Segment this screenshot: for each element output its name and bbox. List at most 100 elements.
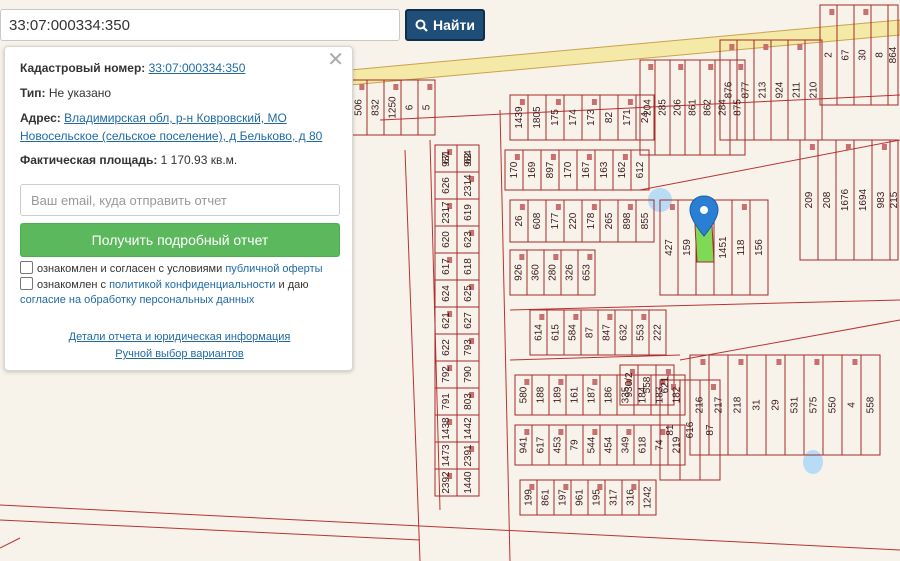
building: [678, 64, 684, 70]
search-icon: [415, 19, 428, 32]
building: [597, 484, 603, 490]
parcel-number: 2: [824, 52, 835, 58]
privacy-link[interactable]: политикой конфиденциальности: [109, 279, 275, 291]
building: [829, 9, 835, 15]
parcel-number: 653: [582, 264, 593, 281]
building: [852, 359, 858, 365]
parcel-number: 558: [642, 376, 653, 393]
parcel-number: 30: [858, 49, 869, 61]
search-button[interactable]: Найти: [405, 9, 485, 41]
building: [591, 204, 597, 210]
cadastral-link[interactable]: 33:07:000334:350: [149, 61, 246, 75]
parcel-number: 575: [809, 396, 820, 413]
parcel-number: 2317: [441, 201, 452, 224]
building: [741, 204, 747, 210]
parcel-number: 961: [575, 489, 586, 506]
parcel-number: 624: [441, 285, 452, 302]
building: [427, 84, 433, 90]
building: [607, 314, 613, 320]
consent-link[interactable]: согласие на обработку персональных данны…: [20, 294, 254, 306]
cadastral-label: Кадастровый номер:: [20, 61, 146, 75]
parcel-number: 612: [635, 161, 646, 178]
parcel-number: 4: [847, 402, 858, 408]
parcel-number: 67: [441, 153, 452, 165]
parcel-number: 1242: [643, 486, 654, 509]
parcel-number: 8: [875, 52, 886, 58]
address-link[interactable]: Владимирская обл, р-н Ковровский, МО: [64, 111, 287, 125]
parcel-number: 792: [441, 366, 452, 383]
details-link[interactable]: Детали отчета и юридическая информация: [69, 331, 291, 343]
parcel-info-panel: ✕ Кадастровый номер: 33:07:000334:350 Ти…: [4, 46, 353, 371]
building: [648, 64, 654, 70]
parcel-number: 531: [790, 396, 801, 413]
offer-checkbox[interactable]: [20, 261, 33, 274]
parcel-number: 178: [586, 212, 597, 229]
building: [573, 314, 579, 320]
parcel-number: 206: [673, 99, 684, 116]
parcel-number: 453: [553, 436, 564, 453]
building: [555, 99, 561, 105]
area-row: Фактическая площадь: 1 170.93 кв.м.: [20, 151, 237, 169]
close-icon[interactable]: ✕: [327, 50, 344, 70]
parcel-number: 897: [545, 161, 556, 178]
parcel-number: 861: [688, 99, 699, 116]
parcel-number: 926: [514, 264, 525, 281]
address-label: Адрес:: [20, 111, 61, 125]
parcel-number: 616: [685, 421, 696, 438]
offer-text: ознакомлен и согласен с условиями: [37, 263, 223, 275]
parcel-number: 580: [519, 386, 530, 403]
building: [814, 359, 820, 365]
type-value: Не указано: [48, 86, 112, 100]
offer-link[interactable]: публичной оферты: [225, 263, 322, 275]
parcel-number: 427: [664, 239, 675, 256]
building: [641, 314, 647, 320]
email-field[interactable]: [20, 184, 340, 216]
building: [519, 99, 525, 105]
building: [514, 154, 520, 160]
parcel-number: 1451: [718, 236, 729, 259]
parcel-number: 82: [604, 112, 615, 124]
building: [797, 44, 803, 50]
pond: [803, 450, 823, 474]
manual-choice-link[interactable]: Ручной выбор вариантов: [115, 348, 243, 360]
offer-checkbox-row: ознакомлен и согласен с условиями публич…: [20, 261, 323, 277]
building: [519, 204, 525, 210]
parcel-number: 222: [653, 324, 664, 341]
building: [393, 84, 399, 90]
parcel-number: 219: [672, 436, 683, 453]
privacy-checkbox-row: ознакомлен с политикой конфиденциальност…: [20, 277, 340, 308]
building: [529, 484, 535, 490]
building: [555, 204, 561, 210]
building: [359, 84, 365, 90]
privacy-checkbox[interactable]: [20, 277, 33, 290]
parcel-number: 626: [441, 177, 452, 194]
parcel-number: 924: [775, 81, 786, 98]
building: [592, 429, 598, 435]
building: [591, 99, 597, 105]
cadastral-row: Кадастровый номер: 33:07:000334:350: [20, 59, 245, 77]
parcel-number: 2314: [463, 174, 474, 197]
building: [881, 144, 887, 150]
parcel-number: 209: [804, 191, 815, 208]
parcel-number: 188: [536, 386, 547, 403]
parcel-number: 74: [655, 439, 666, 451]
parcel-number: 163: [599, 161, 610, 178]
parcel-number: 855: [640, 212, 651, 229]
parcel-number: 177: [550, 212, 561, 229]
address-row: Адрес: Владимирская обл, р-н Ковровский,…: [20, 109, 322, 145]
parcel-number: 162: [617, 161, 628, 178]
parcel-number: 2392: [441, 471, 452, 494]
parcel-number: 790: [463, 366, 474, 383]
parcel-number: 618: [463, 258, 474, 275]
get-report-button[interactable]: Получить подробный отчет: [20, 223, 340, 257]
address-link-2[interactable]: Новосельское (сельское поселение), д Бел…: [20, 129, 322, 143]
parcel-number: 118: [736, 239, 747, 255]
search-input[interactable]: [0, 9, 400, 41]
parcel-number: 623: [463, 231, 474, 248]
building: [626, 429, 632, 435]
parcel-number: 6: [405, 104, 416, 110]
building: [763, 44, 769, 50]
parcel-number: 81: [665, 424, 676, 436]
parcel-number: 864: [888, 46, 899, 63]
building: [550, 154, 556, 160]
